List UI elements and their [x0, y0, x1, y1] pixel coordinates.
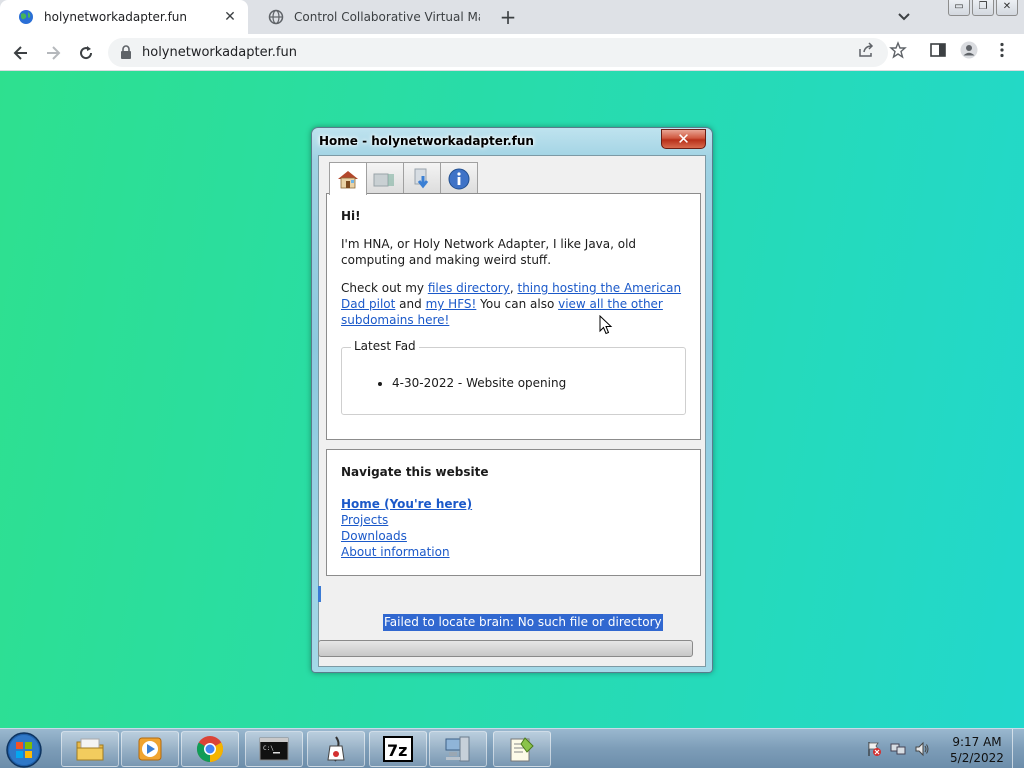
globe-favicon-icon — [19, 10, 33, 24]
nav-link-downloads[interactable]: Downloads — [341, 528, 488, 544]
minimize-button[interactable]: ▭ — [948, 0, 970, 16]
house-icon — [338, 171, 358, 189]
taskbar-file-explorer[interactable] — [61, 731, 119, 767]
latest-fad-list: 4-30-2022 - Website opening — [392, 376, 566, 390]
nav-link-home[interactable]: Home (You're here) — [341, 496, 488, 512]
notepad-plus-icon — [510, 737, 534, 762]
list-item: 4-30-2022 - Website opening — [392, 376, 566, 390]
side-panel-icon[interactable] — [929, 41, 947, 59]
tab-home[interactable] — [329, 162, 367, 195]
java-icon — [327, 736, 345, 762]
site-window-body: Hi! I'm HNA, or Holy Network Adapter, I … — [318, 155, 706, 667]
hfs-link[interactable]: my HFS! — [426, 297, 477, 311]
text-caret — [318, 586, 321, 602]
tab-downloads[interactable] — [403, 162, 441, 194]
taskbar-java[interactable] — [307, 731, 365, 767]
site-window-close-button[interactable]: ✕ — [661, 129, 706, 149]
svg-text:C:\: C:\ — [263, 745, 274, 752]
taskbar-network[interactable] — [429, 731, 487, 767]
download-icon — [414, 168, 429, 188]
bookmark-star-icon[interactable] — [889, 41, 907, 59]
check-prefix: Check out my — [341, 281, 428, 295]
info-icon — [448, 168, 470, 189]
tab-title: holynetworkadapter.fun — [44, 10, 188, 24]
tab-close-icon[interactable]: ✕ — [222, 9, 238, 25]
browser-tab-bar: holynetworkadapter.fun ✕ Control Collabo… — [0, 0, 1024, 34]
back-arrow-icon — [13, 46, 27, 60]
taskbar-command-prompt[interactable]: C:\ — [245, 731, 303, 767]
chrome-icon — [196, 736, 224, 763]
svg-text:7z: 7z — [387, 741, 407, 760]
window-controls: ▭ ❐ ✕ — [948, 0, 1018, 16]
start-button-icon[interactable] — [4, 731, 44, 768]
latest-fad-legend: Latest Fad — [351, 339, 419, 353]
globe-icon — [268, 9, 284, 25]
taskbar-notepad-plus[interactable] — [493, 731, 551, 767]
taskbar-media-player[interactable] — [121, 731, 179, 767]
navigation-panel: Navigate this website Home (You're here)… — [326, 449, 701, 576]
tab-control-collaborative[interactable]: Control Collaborative Virtual Mac — [250, 0, 490, 34]
taskbar-clock[interactable]: 9:17 AM 5/2/2022 — [940, 734, 1014, 766]
tab-search-chevron-icon[interactable] — [895, 9, 913, 25]
menu-kebab-icon[interactable] — [993, 41, 1011, 59]
greeting-heading: Hi! — [341, 209, 361, 223]
network-tray-icon[interactable] — [890, 741, 906, 757]
home-panel: Hi! I'm HNA, or Holy Network Adapter, I … — [326, 193, 701, 440]
tab-projects[interactable] — [366, 162, 404, 194]
clock-date: 5/2/2022 — [950, 751, 1004, 765]
site-tab-strip — [329, 162, 478, 195]
separator: and — [395, 297, 426, 311]
taskbar-chrome[interactable] — [181, 731, 239, 767]
mouse-cursor-icon — [599, 315, 613, 335]
command-prompt-icon: C:\ — [259, 737, 289, 761]
site-window-title: Home - holynetworkadapter.fun — [319, 134, 534, 148]
action-center-flag-icon[interactable] — [866, 741, 882, 757]
tab-title: Control Collaborative Virtual Mac — [294, 10, 480, 24]
system-tray: 9:17 AM 5/2/2022 — [862, 731, 1022, 767]
clock-time: 9:17 AM — [952, 735, 1002, 749]
separator: You can also — [476, 297, 559, 311]
tab-about[interactable] — [440, 162, 478, 194]
new-tab-button[interactable]: + — [498, 7, 518, 27]
links-paragraph: Check out my files directory, thing host… — [341, 280, 686, 328]
navigation-heading: Navigate this website — [341, 465, 489, 479]
profile-avatar-icon[interactable] — [960, 41, 978, 59]
projects-icon — [373, 173, 394, 186]
home-content: Hi! I'm HNA, or Holy Network Adapter, I … — [341, 208, 686, 340]
taskbar-7zip[interactable]: 7z — [369, 731, 427, 767]
nav-link-projects[interactable]: Projects — [341, 512, 488, 528]
progress-bar — [318, 640, 693, 657]
navigation-content: Navigate this website Home (You're here)… — [341, 464, 488, 560]
share-icon[interactable] — [857, 41, 875, 59]
show-desktop-button[interactable] — [1012, 729, 1024, 768]
forward-arrow-icon — [47, 46, 61, 60]
address-bar[interactable]: holynetworkadapter.fun — [108, 38, 888, 67]
windows-taskbar: C:\ 7z 9:17 AM 5/2/2022 — [0, 728, 1024, 768]
site-window: Home - holynetworkadapter.fun ✕ Hi! I'm … — [311, 127, 713, 673]
tab-holynetworkadapter[interactable]: holynetworkadapter.fun ✕ — [0, 0, 248, 34]
status-message: Failed to locate brain: No such file or … — [383, 614, 663, 631]
forward-button[interactable] — [42, 42, 64, 64]
restore-button[interactable]: ❐ — [972, 0, 994, 16]
7zip-icon: 7z — [383, 736, 413, 762]
intro-text: I'm HNA, or Holy Network Adapter, I like… — [341, 237, 637, 267]
reload-icon — [80, 46, 93, 60]
volume-icon[interactable] — [914, 741, 930, 757]
network-computer-icon — [445, 736, 470, 762]
media-player-icon — [138, 737, 162, 761]
reload-button[interactable] — [75, 42, 97, 64]
latest-fad-box: Latest Fad 4-30-2022 - Website opening — [341, 339, 686, 415]
lock-icon — [121, 45, 131, 59]
file-explorer-icon — [76, 738, 104, 761]
close-window-button[interactable]: ✕ — [996, 0, 1018, 16]
url-text: holynetworkadapter.fun — [142, 45, 297, 60]
files-directory-link[interactable]: files directory — [428, 281, 510, 295]
nav-link-about[interactable]: About information — [341, 544, 488, 560]
browser-toolbar: holynetworkadapter.fun — [0, 34, 1024, 71]
back-button[interactable] — [10, 42, 32, 64]
